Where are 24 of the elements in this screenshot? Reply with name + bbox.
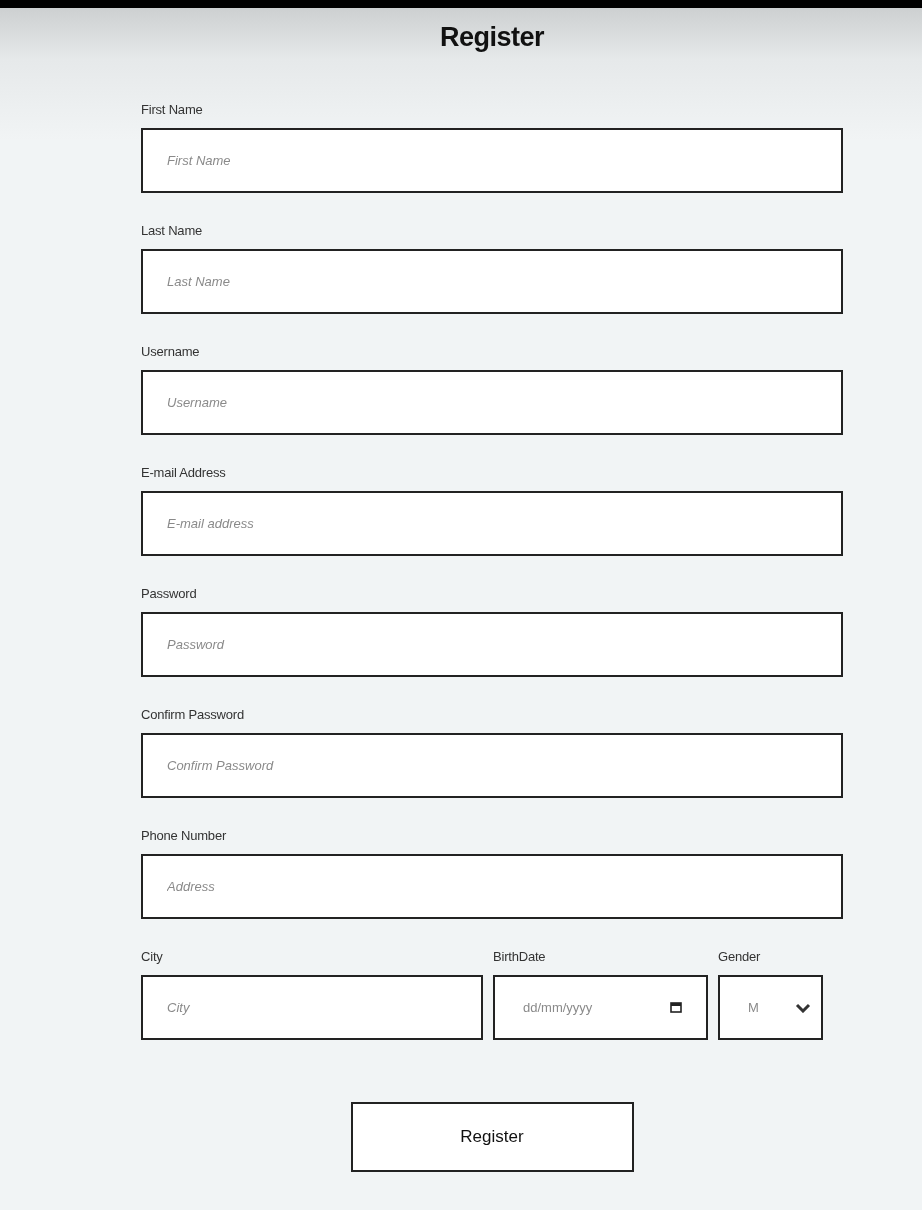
input-field[interactable]: City <box>141 975 483 1040</box>
input-field[interactable]: Last Name <box>141 249 843 314</box>
field-label: First Name <box>141 102 204 118</box>
field-label: Confirm Password <box>141 707 245 723</box>
input-field[interactable]: E-mail address <box>141 491 843 556</box>
chevron-down-icon <box>795 1002 811 1013</box>
register-button[interactable]: Register <box>350 1102 634 1172</box>
field-label: Last Name <box>141 223 204 239</box>
input-field[interactable]: Username <box>141 370 843 435</box>
input-field[interactable]: First Name <box>141 128 843 193</box>
field-label: Gender <box>718 949 762 965</box>
field-label: Password <box>141 586 198 602</box>
field-label: E-mail Address <box>141 465 227 481</box>
date-field[interactable]: dd/mm/yyyy <box>493 975 708 1040</box>
field-label: City <box>141 949 164 965</box>
calendar-icon[interactable] <box>670 1002 682 1013</box>
page-title: Register <box>438 21 545 54</box>
gender-select[interactable]: M <box>718 975 823 1040</box>
input-field[interactable]: Confirm Password <box>141 733 843 798</box>
input-field[interactable]: Address <box>141 854 843 919</box>
field-label: Username <box>141 344 201 360</box>
field-label: Phone Number <box>141 828 228 844</box>
input-field[interactable]: Password <box>141 612 843 677</box>
field-label: BirthDate <box>493 949 547 965</box>
